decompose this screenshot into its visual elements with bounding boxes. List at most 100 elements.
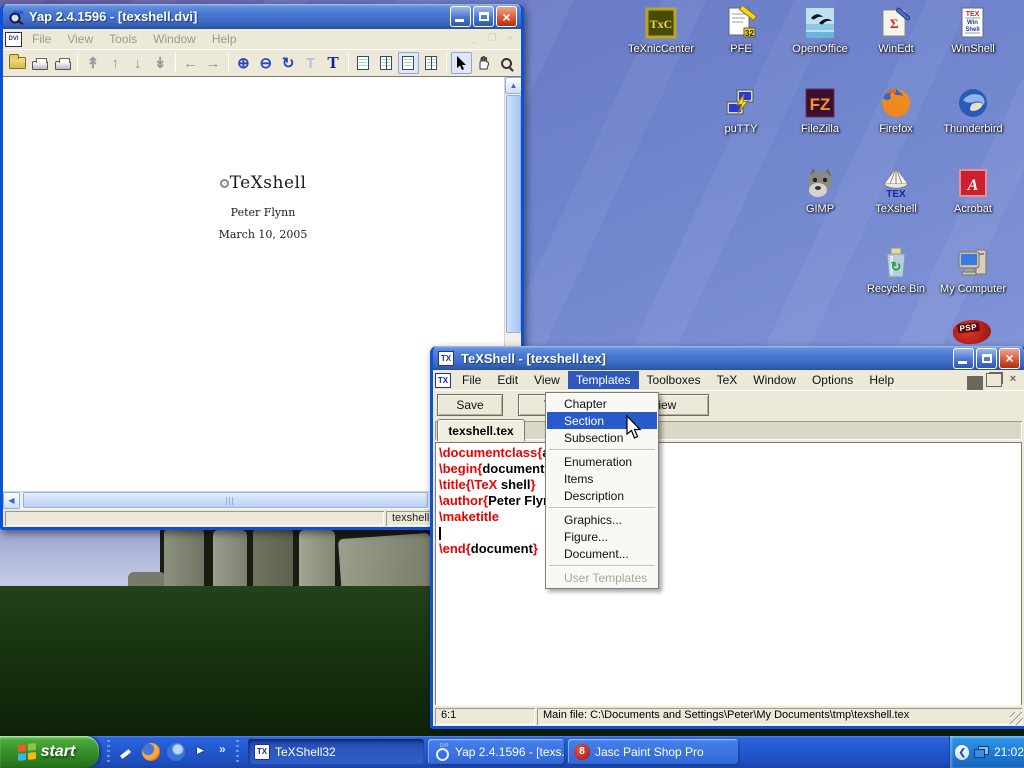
menu-item-chapter[interactable]: Chapter (547, 395, 657, 412)
text-outline-button[interactable]: T (300, 52, 321, 74)
thunderbird-quicklaunch-icon[interactable] (167, 743, 185, 761)
menu-item-description[interactable]: Description (547, 487, 657, 504)
taskbar-separator (107, 740, 110, 764)
desktop-icon-my-computer[interactable]: My Computer (933, 246, 1013, 295)
menu-tex[interactable]: TeX (709, 371, 746, 389)
tray-collapse-chevron[interactable]: ❮ (955, 745, 969, 760)
menu-templates[interactable]: Templates (568, 371, 639, 389)
desktop-icon-firefox[interactable]: Firefox (856, 86, 936, 135)
texshell-maximize-button[interactable] (976, 348, 997, 369)
svg-text:32: 32 (745, 29, 754, 38)
menu-help[interactable]: Help (861, 371, 902, 389)
horizontal-scroll-thumb[interactable] (23, 492, 428, 508)
single-page-view-button[interactable] (353, 52, 374, 74)
menu-file[interactable]: File (454, 371, 489, 389)
menu-item-enumeration[interactable]: Enumeration (547, 453, 657, 470)
scroll-up-arrow[interactable]: ▲ (505, 77, 522, 94)
desktop-icon-winshell[interactable]: TEXWinShell WinShell (933, 6, 1013, 55)
double-page-view-button[interactable] (375, 52, 396, 74)
menu-item-document[interactable]: Document... (547, 545, 657, 562)
filezilla-icon: FZ (803, 86, 837, 120)
back-button[interactable]: ← (180, 52, 201, 74)
zoom-out-button[interactable]: ⊖ (255, 52, 276, 74)
menu-view[interactable]: View (526, 371, 568, 389)
desktop-icon-gimp[interactable]: GIMP (780, 166, 860, 215)
desktop-icon-psp-partial[interactable]: PSP (953, 320, 997, 347)
desktop-icon-thunderbird[interactable]: Thunderbird (933, 86, 1013, 135)
desktop-icon-filezilla[interactable]: FZ FileZilla (780, 86, 860, 135)
texshell-close-button[interactable]: × (999, 348, 1020, 369)
mdi-close-button[interactable]: × (1005, 372, 1021, 386)
taskbar-button-yap[interactable]: Yap 2.4.1596 - [texs... (428, 739, 564, 764)
continuous-double-view-button[interactable] (420, 52, 441, 74)
yap-maximize-button[interactable] (473, 6, 494, 27)
pfe-icon: 32 (724, 6, 758, 40)
menu-item-items[interactable]: Items (547, 470, 657, 487)
desktop-icon-openoffice[interactable]: OpenOffice (780, 6, 860, 55)
pointer-icon (456, 56, 467, 71)
resize-grip[interactable] (1010, 712, 1023, 725)
vertical-scroll-thumb[interactable] (506, 95, 521, 333)
last-page-button[interactable]: ↡ (149, 52, 170, 74)
previous-page-button[interactable]: ↑ (105, 52, 126, 74)
desktop-icon-label: GIMP (780, 203, 860, 215)
tab-texshell-tex[interactable]: texshell.tex (437, 419, 525, 441)
texshell-minimize-button[interactable] (953, 348, 974, 369)
print-button[interactable] (29, 52, 50, 74)
desktop-icon-putty[interactable]: puTTY (701, 86, 781, 135)
continuous-page-icon (402, 56, 414, 70)
zoom-in-button[interactable]: ⊕ (233, 52, 254, 74)
next-page-button[interactable]: ↓ (127, 52, 148, 74)
desktop-icon-acrobat[interactable]: A Acrobat (933, 166, 1013, 215)
forward-button[interactable]: → (202, 52, 223, 74)
menu-item-graphics[interactable]: Graphics... (547, 511, 657, 528)
refresh-button[interactable]: ↻ (277, 52, 298, 74)
hand-tool-button[interactable] (473, 52, 494, 74)
desktop-icon-texniccenter[interactable]: TxC TeXnicCenter (621, 6, 701, 55)
quicklaunch-overflow-chevron[interactable]: » (219, 742, 226, 756)
desktop-icon-pfe[interactable]: 32 PFE (701, 6, 781, 55)
openoffice-icon (803, 6, 837, 40)
scroll-left-arrow[interactable]: ◀ (3, 492, 20, 509)
start-button[interactable]: start (0, 736, 99, 768)
yap-menu-help[interactable]: Help (204, 30, 245, 48)
yap-menu-window[interactable]: Window (145, 30, 204, 48)
yap-menu-view[interactable]: View (59, 30, 101, 48)
select-tool-button[interactable] (451, 52, 473, 74)
print-setup-button[interactable] (52, 52, 73, 74)
mdi-minimize-button[interactable] (967, 372, 983, 386)
menu-edit[interactable]: Edit (489, 371, 526, 389)
first-page-button[interactable]: ↟ (82, 52, 103, 74)
continuous-view-button[interactable] (398, 52, 420, 74)
menu-window[interactable]: Window (745, 371, 804, 389)
texshell-titlebar[interactable]: TX TeXShell - [texshell.tex] × (433, 346, 1024, 370)
taskbar-button-paintshoppro[interactable]: 8 Jasc Paint Shop Pro (568, 739, 738, 764)
magnifier-tool-button[interactable] (496, 52, 517, 74)
mdi-child-controls[interactable]: × (967, 372, 1021, 386)
desktop-icon-recycle-bin[interactable]: ↻ Recycle Bin (856, 246, 936, 295)
save-button[interactable]: Save (437, 394, 503, 416)
yap-menu-tools[interactable]: Tools (101, 30, 145, 48)
taskbar-button-texshell32[interactable]: TX TeXShell32 (248, 739, 424, 764)
desktop-icon-label: My Computer (933, 283, 1013, 295)
texshell-editor[interactable]: \documentclass{article} \begin{document}… (435, 442, 1022, 705)
winedt-icon: Σ (879, 6, 913, 40)
yap-menu-file[interactable]: File (24, 30, 59, 48)
text-mode-button[interactable]: T (322, 52, 343, 74)
yap-minimize-button[interactable] (450, 6, 471, 27)
menu-toolboxes[interactable]: Toolboxes (639, 371, 709, 389)
desktop-icon-texshell[interactable]: TEX TeXshell (856, 166, 936, 215)
menu-item-figure[interactable]: Figure... (547, 528, 657, 545)
texshell-toolbar: Save TeX Preview (433, 390, 1024, 418)
yap-titlebar[interactable]: DVI Yap 2.4.1596 - [texshell.dvi] × (3, 4, 521, 29)
editor-line: \maketitle (439, 509, 1021, 525)
svg-text:Win: Win (967, 20, 978, 26)
network-tray-icon[interactable] (974, 746, 988, 758)
firefox-quicklaunch-icon[interactable] (142, 743, 160, 761)
yap-close-button[interactable]: × (496, 6, 517, 27)
desktop-icon-winedt[interactable]: Σ WinEdt (856, 6, 936, 55)
yap-status-message (5, 511, 384, 526)
open-file-button[interactable] (7, 52, 28, 74)
mdi-restore-button[interactable] (986, 372, 1002, 386)
menu-options[interactable]: Options (804, 371, 861, 389)
